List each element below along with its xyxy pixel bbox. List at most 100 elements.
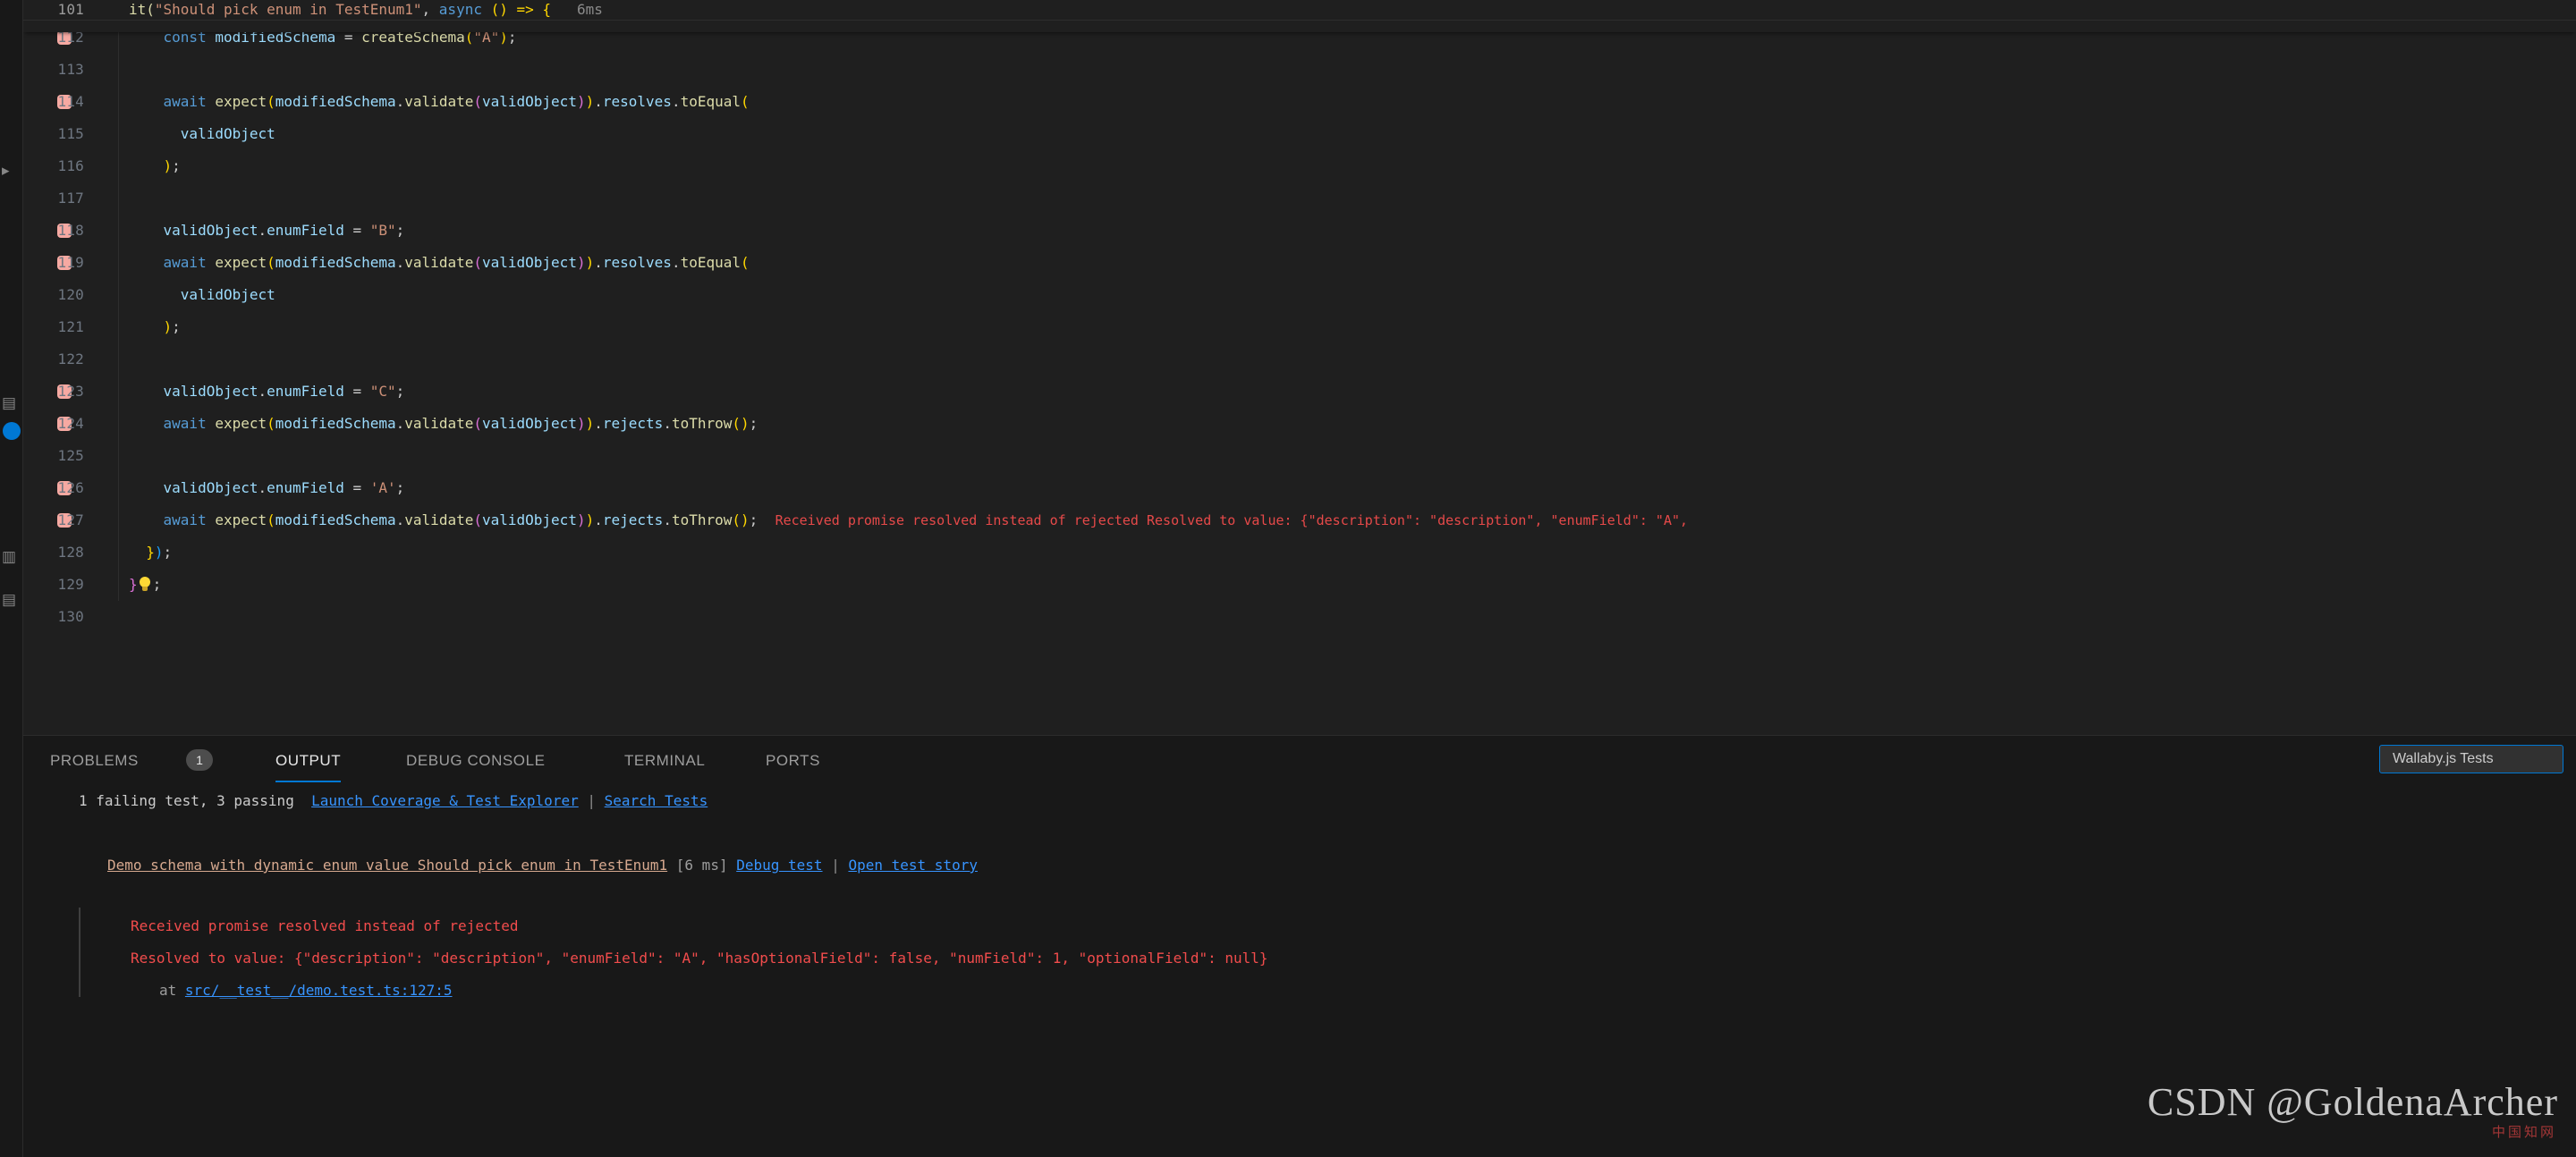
test-summary-line: 1 failing test, 3 passing Launch Coverag…: [79, 791, 708, 811]
indent-guide: [118, 569, 119, 601]
debug-test-link[interactable]: Debug test: [736, 857, 822, 874]
code-line-121[interactable]: 121 );: [23, 311, 2576, 343]
code-text: );: [163, 157, 181, 174]
inline-timing: 6ms: [576, 1, 603, 18]
code-line-128[interactable]: 128 });: [23, 536, 2576, 569]
line-number: 130: [57, 608, 84, 625]
indent-guide: [118, 472, 119, 504]
code-line-118[interactable]: 118 validObject.enumField = "B";: [23, 215, 2576, 247]
code-text: await expect(modifiedSchema.validate(val…: [163, 415, 758, 432]
activity-bar: ▸ ▤ ▥ ▤: [0, 0, 23, 1157]
indent-guide: [118, 54, 119, 86]
line-number: 101: [57, 1, 84, 18]
indent-guide: [118, 215, 119, 247]
code-line-127[interactable]: 127 await expect(modifiedSchema.validate…: [23, 504, 2576, 536]
error-message-line-2: Resolved to value: {"description": "desc…: [131, 950, 1268, 967]
line-number: 118: [57, 222, 84, 239]
tab-label: OUTPUT: [275, 752, 342, 769]
at-label: at: [159, 982, 185, 999]
code-lines: 112 const modifiedSchema = createSchema(…: [23, 21, 2576, 633]
token-test-name: "Should pick enum in TestEnum1": [154, 1, 422, 18]
code-line-113[interactable]: 113: [23, 54, 2576, 86]
failing-test-title[interactable]: Demo schema with dynamic enum value Shou…: [107, 857, 667, 874]
indent-guide: [118, 150, 119, 182]
tab-problems[interactable]: PROBLEMS: [50, 736, 139, 782]
line-number: 116: [57, 157, 84, 174]
line-number: 121: [57, 318, 84, 335]
indent-guide: [118, 279, 119, 311]
failing-test-duration: [6 ms]: [675, 857, 728, 874]
token-it: it(: [129, 1, 155, 18]
code-line-124[interactable]: 124 await expect(modifiedSchema.validate…: [23, 408, 2576, 440]
line-number: 115: [57, 125, 84, 142]
code-line-125[interactable]: 125: [23, 440, 2576, 472]
indent-guide: [118, 118, 119, 150]
line-number: 127: [57, 511, 84, 528]
source-control-icon[interactable]: ▥: [2, 547, 21, 567]
line-number: 125: [57, 447, 84, 464]
code-line-116[interactable]: 116 );: [23, 150, 2576, 182]
line-number: 128: [57, 544, 84, 561]
line-number: 126: [57, 479, 84, 496]
code-line-119[interactable]: 119 await expect(modifiedSchema.validate…: [23, 247, 2576, 279]
code-line-122[interactable]: 122: [23, 343, 2576, 376]
code-text: });: [146, 544, 173, 561]
code-editor[interactable]: 101 it("Should pick enum in TestEnum1", …: [23, 0, 2576, 735]
error-location-line: at src/__test__/demo.test.ts:127:5: [159, 981, 453, 1001]
open-test-story-link[interactable]: Open test story: [848, 857, 978, 874]
line-number: 129: [57, 576, 84, 593]
indent-guide: [118, 247, 119, 279]
code-text: validObject.enumField = "C";: [163, 383, 405, 400]
tab-label: PORTS: [766, 752, 821, 769]
code-line-126[interactable]: 126 validObject.enumField = 'A';: [23, 472, 2576, 504]
code-line-130[interactable]: 130: [23, 601, 2576, 633]
tab-label: TERMINAL: [624, 752, 706, 769]
code-line-120[interactable]: 120 validObject: [23, 279, 2576, 311]
watermark-text: CSDN @GoldenaArcher: [2147, 1080, 2558, 1124]
tab-output[interactable]: OUTPUT: [275, 736, 342, 782]
error-block-rule: [79, 908, 80, 997]
output-source-select[interactable]: Wallaby.js Tests: [2379, 745, 2563, 773]
code-line-117[interactable]: 117: [23, 182, 2576, 215]
code-line-114[interactable]: 114 await expect(modifiedSchema.validate…: [23, 86, 2576, 118]
code-line-115[interactable]: 115 validObject: [23, 118, 2576, 150]
code-text: await expect(modifiedSchema.validate(val…: [163, 254, 750, 271]
line-number: 120: [57, 286, 84, 303]
line-number: 122: [57, 350, 84, 367]
sticky-divider: [23, 20, 2576, 21]
failing-test-line: Demo schema with dynamic enum value Shou…: [107, 856, 978, 875]
code-text: await expect(modifiedSchema.validate(val…: [163, 511, 1689, 528]
indent-guide: [118, 182, 119, 215]
tab-ports[interactable]: PORTS: [766, 736, 820, 782]
sticky-scroll-line: 101 it("Should pick enum in TestEnum1", …: [23, 0, 2576, 32]
launch-coverage-link[interactable]: Launch Coverage & Test Explorer: [311, 792, 579, 809]
line-number: 124: [57, 415, 84, 432]
search-tests-link[interactable]: Search Tests: [605, 792, 708, 809]
tab-terminal[interactable]: TERMINAL: [624, 736, 705, 782]
summary-separator: |: [587, 792, 596, 809]
search-icon[interactable]: ▤: [2, 393, 21, 413]
indent-guide: [118, 86, 119, 118]
code-line-123[interactable]: 123 validObject.enumField = "C";: [23, 376, 2576, 408]
code-line-129[interactable]: 129 };: [23, 569, 2576, 601]
tab-debug-console[interactable]: DEBUG CONSOLE: [406, 736, 545, 782]
line-number: 119: [57, 254, 84, 271]
extensions-icon[interactable]: ▤: [2, 590, 21, 610]
panel-tab-bar: PROBLEMS 1 OUTPUT DEBUG CONSOLE TERMINAL…: [23, 736, 2576, 782]
explorer-icon[interactable]: ▸: [2, 161, 21, 181]
token-arrow-fn: () => {: [481, 1, 552, 18]
token-comma: ,: [421, 1, 439, 18]
code-text: validObject: [180, 286, 275, 303]
tab-label: DEBUG CONSOLE: [406, 752, 546, 769]
error-message-line-1: Received promise resolved instead of rej…: [131, 917, 519, 934]
source-location-link[interactable]: src/__test__/demo.test.ts:127:5: [185, 982, 453, 999]
indent-guide: [118, 440, 119, 472]
lightbulb-quickfix-icon[interactable]: [138, 577, 153, 592]
indent-guide: [118, 536, 119, 569]
code-text: validObject.enumField = "B";: [163, 222, 405, 239]
line-number: 114: [57, 93, 84, 110]
